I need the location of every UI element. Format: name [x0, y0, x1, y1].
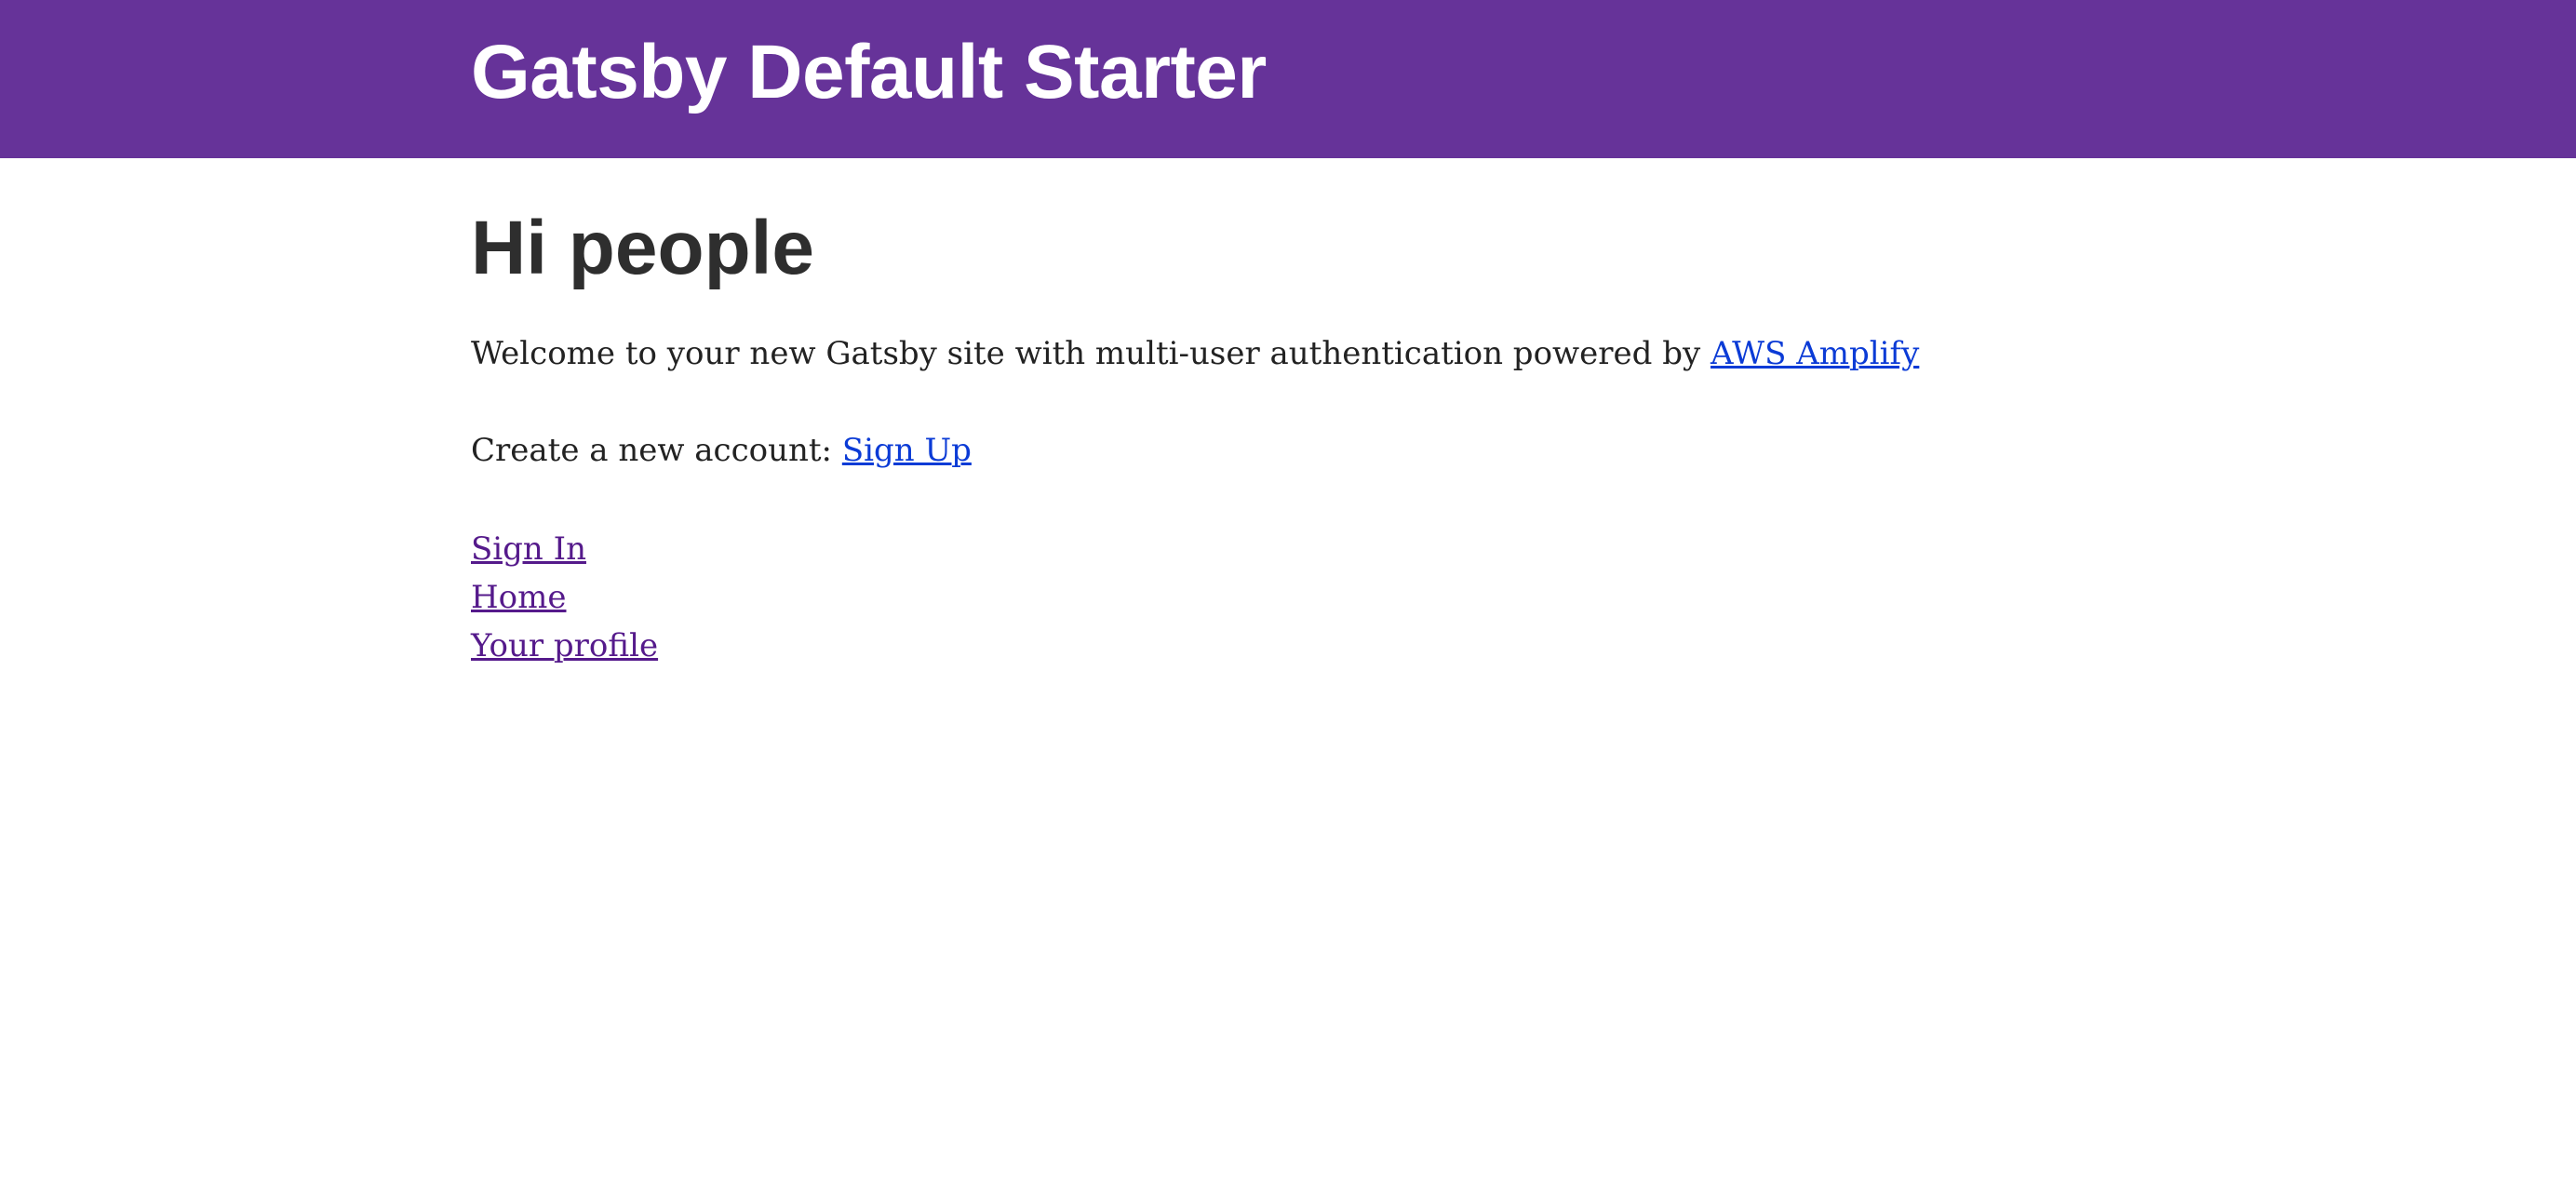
header-inner: Gatsby Default Starter	[471, 0, 2576, 158]
welcome-paragraph: Welcome to your new Gatsby site with mul…	[471, 329, 2576, 378]
home-link[interactable]: Home	[471, 573, 566, 622]
aws-amplify-link[interactable]: AWS Amplify	[1711, 335, 1919, 372]
site-title-link[interactable]: Gatsby Default Starter	[471, 29, 1267, 129]
site-header: Gatsby Default Starter	[0, 0, 2576, 158]
welcome-text: Welcome to your new Gatsby site with mul…	[471, 335, 1711, 373]
nav-link-list: Sign In Home Your profile	[471, 525, 2576, 670]
your-profile-link[interactable]: Your profile	[471, 622, 658, 670]
sign-up-link[interactable]: Sign Up	[842, 432, 972, 469]
create-account-text: Create a new account:	[471, 432, 842, 470]
create-account-paragraph: Create a new account: Sign Up	[471, 426, 2576, 475]
main-content: Hi people Welcome to your new Gatsby sit…	[471, 158, 2576, 670]
sign-in-link[interactable]: Sign In	[471, 525, 586, 573]
page-title: Hi people	[471, 206, 815, 290]
